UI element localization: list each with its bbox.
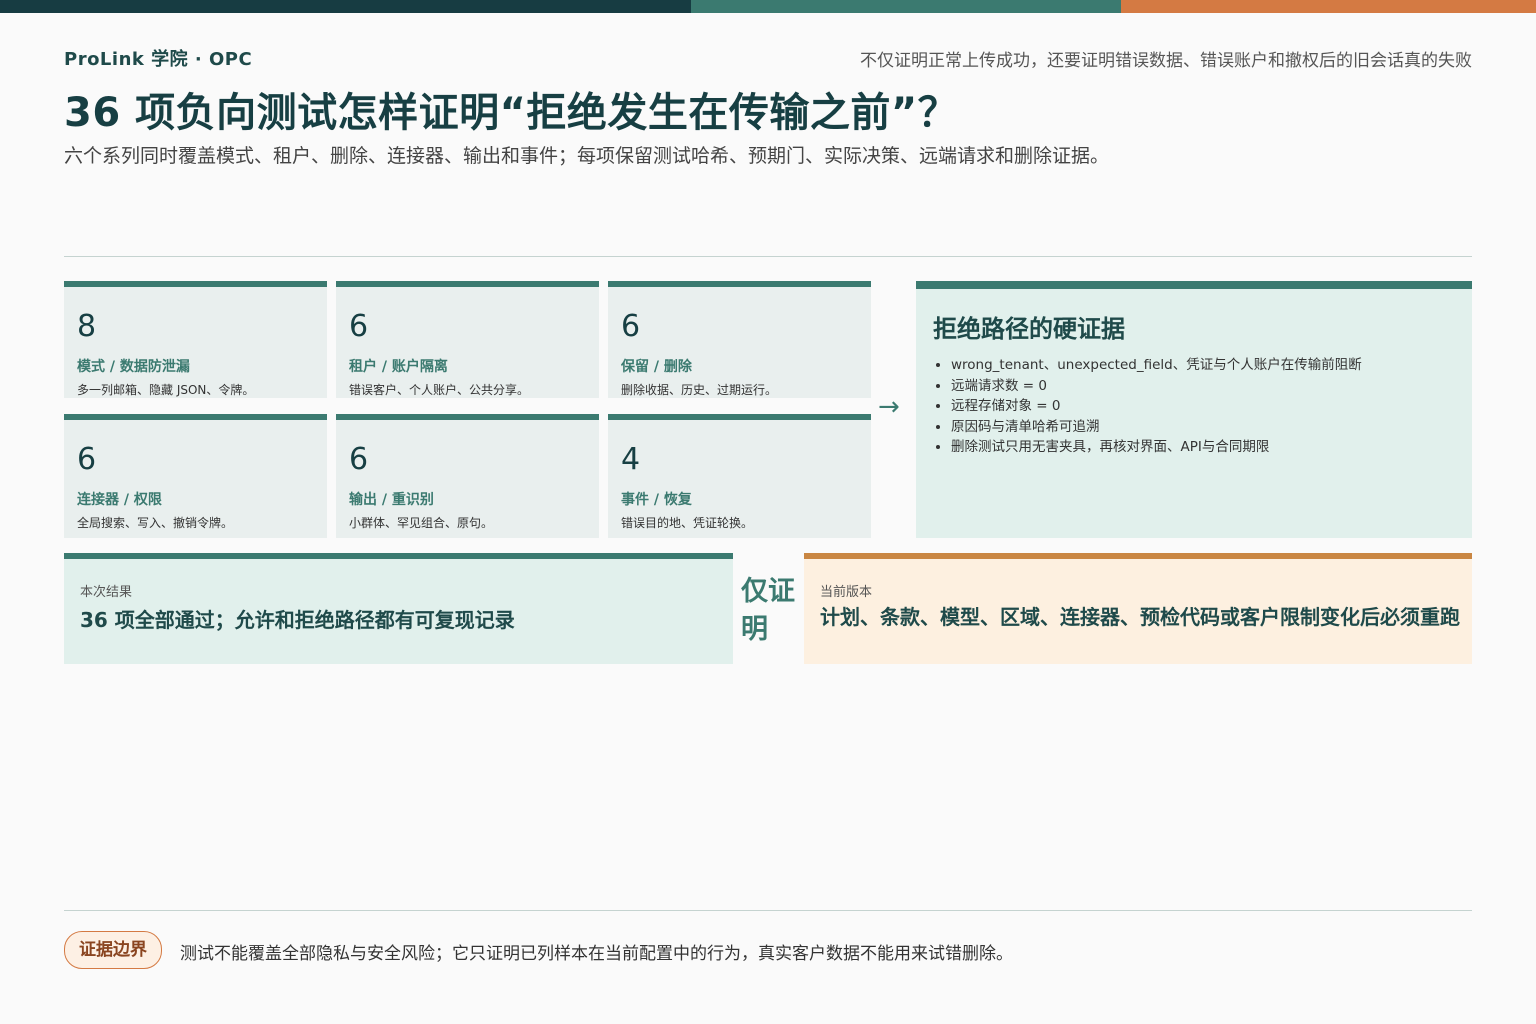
brand-label: ProLink 学院 · OPC [64, 49, 253, 70]
right-arrow-icon: → [878, 392, 900, 422]
card-description: 错误目的地、凭证轮换。 [621, 516, 754, 530]
card-count: 6 [349, 442, 369, 477]
page-title: 36 项负向测试怎样证明“拒绝发生在传输之前”？ [64, 90, 959, 136]
evidence-panel: 拒绝路径的硬证据 wrong_tenant、unexpected_field、凭… [916, 281, 1472, 538]
test-family-card-incident: 4 事件 / 恢复 错误目的地、凭证轮换。 [608, 414, 871, 538]
version-panel: 当前版本 计划、条款、模型、区域、连接器、预检代码或客户限制变化后必须重跑 [804, 553, 1472, 664]
version-caption: 当前版本 [820, 585, 873, 600]
evidence-boundary-badge: 证据边界 [64, 931, 162, 969]
card-description: 删除收据、历史、过期运行。 [621, 383, 778, 397]
test-family-card-schema: 8 模式 / 数据防泄漏 多一列邮箱、隐藏 JSON、令牌。 [64, 281, 327, 398]
evidence-title: 拒绝路径的硬证据 [933, 315, 1125, 343]
card-count: 8 [77, 309, 97, 344]
card-description: 小群体、罕见组合、原句。 [349, 516, 494, 530]
card-label: 事件 / 恢复 [621, 492, 692, 508]
evidence-list: wrong_tenant、unexpected_field、凭证与个人账户在传输… [933, 355, 1362, 458]
evidence-item: 删除测试只用无害夹具，再核对界面、API与合同期限 [951, 437, 1362, 458]
card-label: 保留 / 删除 [621, 359, 692, 375]
page-subtitle: 六个系列同时覆盖模式、租户、删除、连接器、输出和事件；每项保留测试哈希、预期门、… [64, 145, 1110, 167]
top-bar-segment-orange [1121, 0, 1536, 13]
divider-bottom [64, 910, 1472, 911]
evidence-item: wrong_tenant、unexpected_field、凭证与个人账户在传输… [951, 355, 1362, 376]
card-label: 租户 / 账户隔离 [349, 359, 448, 375]
card-count: 6 [77, 442, 97, 477]
test-family-card-output: 6 输出 / 重识别 小群体、罕见组合、原句。 [336, 414, 599, 538]
top-bar-segment-teal [691, 0, 1121, 13]
card-description: 全局搜索、写入、撤销令牌。 [77, 516, 234, 530]
header-tagline: 不仅证明正常上传成功，还要证明错误数据、错误账户和撤权后的旧会话真的失败 [860, 51, 1472, 71]
test-family-card-connector: 6 连接器 / 权限 全局搜索、写入、撤销令牌。 [64, 414, 327, 538]
card-count: 6 [349, 309, 369, 344]
card-label: 模式 / 数据防泄漏 [77, 359, 190, 375]
evidence-item: 远程存储对象 = 0 [951, 396, 1362, 417]
version-text: 计划、条款、模型、区域、连接器、预检代码或客户限制变化后必须重跑 [820, 605, 1460, 629]
result-caption: 本次结果 [80, 585, 133, 600]
result-text: 36 项全部通过；允许和拒绝路径都有可复现记录 [80, 608, 515, 632]
evidence-item: 原因码与清单哈希可追溯 [951, 417, 1362, 438]
only-proves-label: 仅证明 [741, 576, 795, 645]
top-color-bar [0, 0, 1536, 13]
evidence-item: 远端请求数 = 0 [951, 376, 1362, 397]
evidence-boundary-text: 测试不能覆盖全部隐私与安全风险；它只证明已列样本在当前配置中的行为，真实客户数据… [180, 944, 1013, 964]
card-count: 4 [621, 442, 641, 477]
test-family-card-tenant: 6 租户 / 账户隔离 错误客户、个人账户、公共分享。 [336, 281, 599, 398]
result-panel: 本次结果 36 项全部通过；允许和拒绝路径都有可复现记录 [64, 553, 733, 664]
top-bar-segment-dark [0, 0, 691, 13]
test-family-card-retention: 6 保留 / 删除 删除收据、历史、过期运行。 [608, 281, 871, 398]
card-label: 连接器 / 权限 [77, 492, 162, 508]
card-description: 多一列邮箱、隐藏 JSON、令牌。 [77, 383, 255, 397]
divider-top [64, 256, 1472, 257]
card-count: 6 [621, 309, 641, 344]
card-label: 输出 / 重识别 [349, 492, 434, 508]
card-description: 错误客户、个人账户、公共分享。 [349, 383, 530, 397]
